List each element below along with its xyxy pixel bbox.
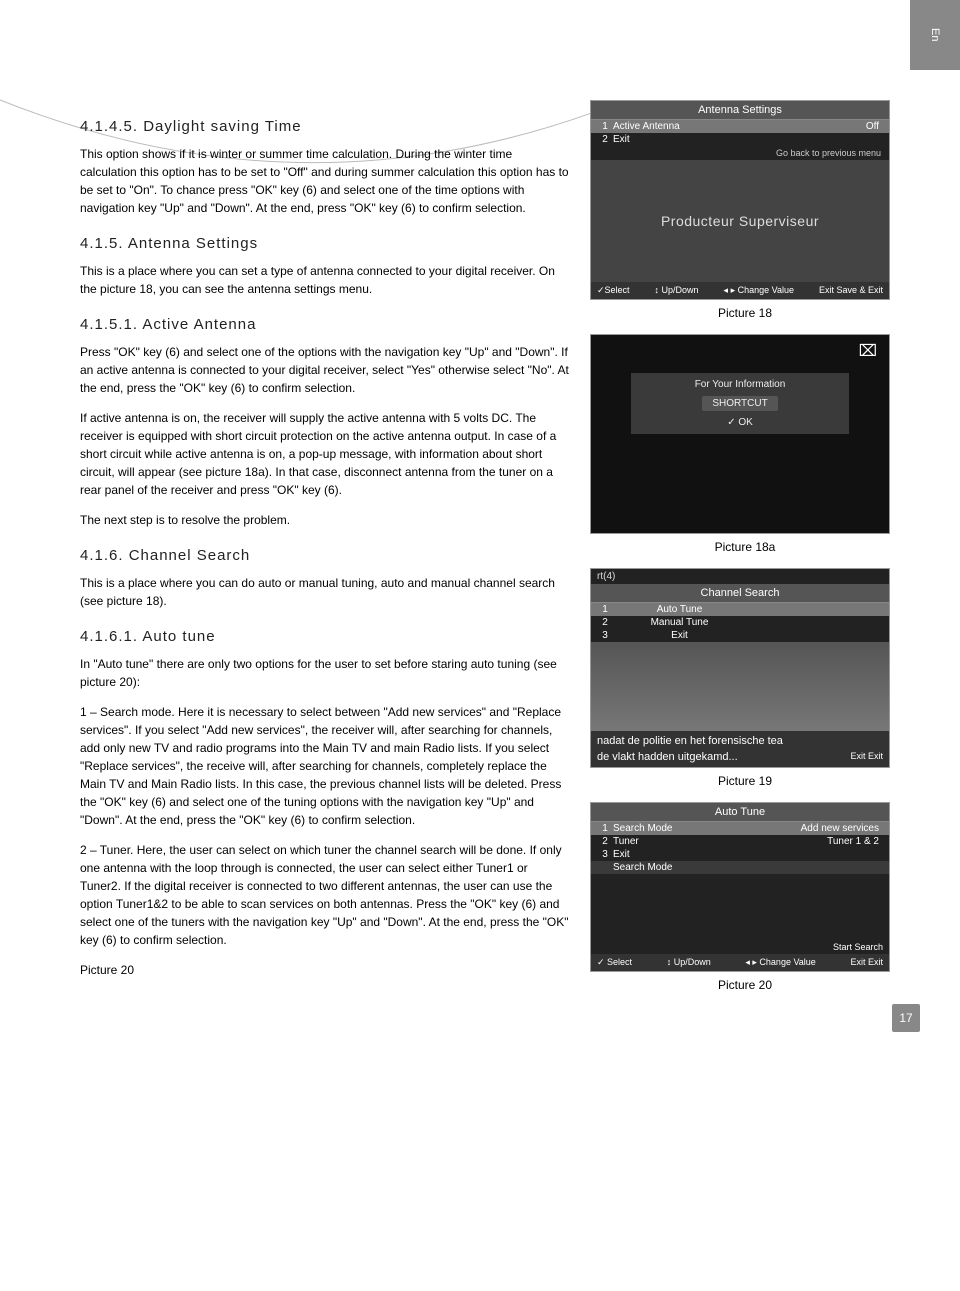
footer-exit: Exit Exit <box>850 751 883 763</box>
screenshot-footer: ✓Select ↕ Up/Down ◂ ▸ Change Value Exit … <box>591 282 889 299</box>
subtitle-line: de vlakt hadden uitgekamd... <box>597 751 738 763</box>
heading-antenna-settings: 4.1.5. Antenna Settings <box>80 235 570 252</box>
screenshot-body: Producteur Superviseur <box>591 160 889 282</box>
text-column: 4.1.4.5. Daylight saving Time This optio… <box>80 100 570 1006</box>
menu-row: 3Exit <box>591 848 889 861</box>
figure-caption: Picture 18 <box>590 306 900 320</box>
subtitle-line: nadat de politie en het forensische tea <box>591 731 889 751</box>
paragraph: This is a place where you can set a type… <box>80 262 570 298</box>
figure-column: Antenna Settings 1 Active Antenna Off 2 … <box>590 100 900 1006</box>
paragraph: The next step is to resolve the problem. <box>80 511 570 529</box>
menu-row: 1 Active Antenna Off <box>591 120 889 133</box>
figure-caption: Picture 18a <box>590 540 900 554</box>
paragraph: 2 – Tuner. Here, the user can select on … <box>80 841 570 949</box>
figure-caption: Picture 20 <box>590 978 900 992</box>
back-hint: Go back to previous menu <box>591 146 889 160</box>
menu-row: 1Auto Tune <box>591 603 889 616</box>
paragraph: In "Auto tune" there are only two option… <box>80 655 570 691</box>
paragraph: Press "OK" key (6) and select one of the… <box>80 343 570 397</box>
screenshot-title: Antenna Settings <box>591 101 889 120</box>
screenshot-footer: ✓ Select ↕ Up/Down ◂ ▸ Change Value Exit… <box>591 954 889 971</box>
screenshot-title: Auto Tune <box>591 803 889 822</box>
overlay-label: rt(4) <box>591 569 889 584</box>
heading-channel-search: 4.1.6. Channel Search <box>80 547 570 564</box>
figure-caption: Picture 19 <box>590 774 900 788</box>
menu-row: 2 Exit <box>591 133 889 146</box>
paragraph: 1 – Search mode. Here it is necessary to… <box>80 703 570 829</box>
screenshot-title: Channel Search <box>591 584 889 603</box>
paragraph: This option shows if it is winter or sum… <box>80 145 570 217</box>
heading-daylight: 4.1.4.5. Daylight saving Time <box>80 118 570 135</box>
paragraph: If active antenna is on, the receiver wi… <box>80 409 570 499</box>
paragraph: Picture 20 <box>80 961 570 979</box>
menu-row: Search Mode <box>591 861 889 874</box>
menu-row: 2TunerTuner 1 & 2 <box>591 835 889 848</box>
figure-20: Auto Tune 1Search ModeAdd new services 2… <box>590 802 900 992</box>
start-search-label: Start Search <box>591 940 889 954</box>
heading-auto-tune: 4.1.6.1. Auto tune <box>80 628 570 645</box>
figure-18: Antenna Settings 1 Active Antenna Off 2 … <box>590 100 900 320</box>
menu-row: 1Search ModeAdd new services <box>591 822 889 835</box>
menu-row: 2Manual Tune <box>591 616 889 629</box>
page-number: 17 <box>892 1004 920 1032</box>
figure-18a: ⌧ For Your Information SHORTCUT ✓ OK Pic… <box>590 334 900 554</box>
paragraph: This is a place where you can do auto or… <box>80 574 570 610</box>
heading-active-antenna: 4.1.5.1. Active Antenna <box>80 316 570 333</box>
figure-19: rt(4) Channel Search 1Auto Tune 2Manual … <box>590 568 900 788</box>
menu-row: 3Exit <box>591 629 889 642</box>
info-box: For Your Information SHORTCUT ✓ OK <box>631 373 849 434</box>
